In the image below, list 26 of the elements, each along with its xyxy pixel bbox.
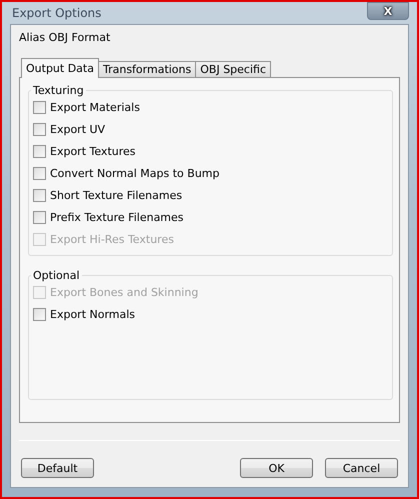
- checkbox[interactable]: [33, 100, 46, 114]
- format-label: Alias OBJ Format: [19, 31, 112, 44]
- checkbox-label: Export Normals: [50, 308, 136, 320]
- checkbox-label: Convert Normal Maps to Bump: [50, 166, 220, 180]
- checkbox-label: Export UV: [50, 122, 106, 136]
- checkbox-label: Prefix Texture Filenames: [50, 210, 184, 224]
- checkbox[interactable]: [33, 122, 46, 136]
- cancel-button[interactable]: Cancel: [325, 458, 398, 478]
- group-title: Optional: [32, 269, 81, 282]
- default-button[interactable]: Default: [21, 458, 94, 478]
- tab[interactable]: OBJ Specific: [195, 61, 272, 78]
- checkbox-label: Export Materials: [50, 100, 140, 114]
- ok-button[interactable]: OK: [240, 458, 313, 478]
- tab[interactable]: Output Data: [21, 58, 99, 78]
- group-title: Texturing: [32, 84, 85, 97]
- checkbox[interactable]: [33, 210, 46, 224]
- checkbox-label: Export Hi-Res Textures: [50, 232, 174, 246]
- tab[interactable]: Transformations: [98, 61, 196, 78]
- checkbox-label: Export Textures: [50, 144, 136, 158]
- checkbox[interactable]: [33, 188, 46, 202]
- window-title: Export Options: [11, 6, 102, 20]
- checkbox-label: Export Bones and Skinning: [50, 286, 198, 298]
- checkbox[interactable]: [33, 144, 46, 158]
- checkbox[interactable]: [33, 166, 46, 180]
- checkbox[interactable]: [33, 308, 46, 320]
- checkbox-label: Short Texture Filenames: [50, 188, 182, 202]
